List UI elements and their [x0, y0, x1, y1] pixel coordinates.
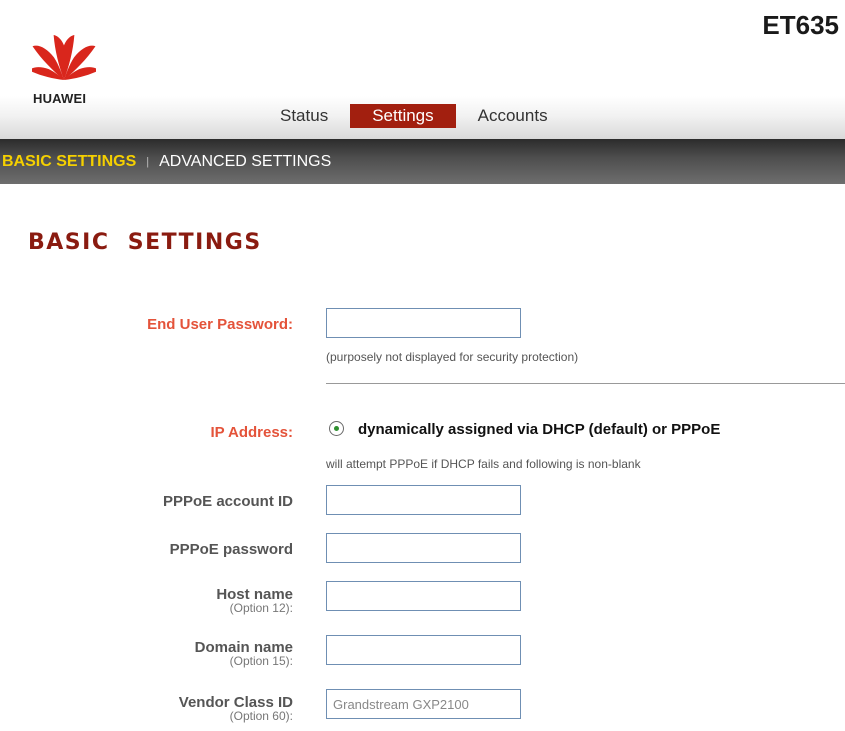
- pppoe-account-id-label: PPPoE account ID: [162, 493, 293, 510]
- vendor-class-id-field[interactable]: [326, 689, 521, 719]
- tab-status[interactable]: Status: [270, 104, 338, 128]
- domain-name-label: Domain name (Option 15):: [195, 639, 293, 667]
- end-user-password-label: End User Password:: [147, 316, 293, 333]
- pppoe-password-label: PPPoE password: [169, 541, 293, 558]
- host-name-option: (Option 12):: [229, 601, 293, 615]
- ip-address-label: IP Address:: [210, 424, 293, 441]
- pppoe-account-id-field[interactable]: [326, 485, 521, 515]
- ip-address-note: will attempt PPPoE if DHCP fails and fol…: [326, 457, 641, 471]
- vendor-class-id-option: (Option 60):: [229, 709, 293, 723]
- subnav-advanced-settings[interactable]: ADVANCED SETTINGS: [159, 153, 331, 171]
- page-title: BASIC SETTINGS: [28, 230, 262, 255]
- end-user-password-field[interactable]: [326, 308, 521, 338]
- section-divider: [326, 383, 845, 384]
- domain-name-option: (Option 15):: [229, 654, 293, 668]
- subnav-separator: |: [146, 155, 150, 168]
- vendor-class-id-label: Vendor Class ID (Option 60):: [179, 694, 293, 722]
- sub-nav: BASIC SETTINGS | ADVANCED SETTINGS: [0, 139, 845, 184]
- pppoe-password-field[interactable]: [326, 533, 521, 563]
- tab-settings[interactable]: Settings: [350, 104, 456, 128]
- tab-accounts[interactable]: Accounts: [468, 104, 558, 128]
- dhcp-radio[interactable]: [329, 421, 344, 436]
- header: ET635 HUAWEI Status Settings Accounts: [0, 0, 845, 139]
- host-name-label: Host name (Option 12):: [216, 586, 293, 614]
- brand-name: HUAWEI: [33, 91, 87, 106]
- huawei-logo-icon: [32, 35, 96, 80]
- host-name-field[interactable]: [326, 581, 521, 611]
- model-name: ET635: [762, 10, 839, 40]
- subnav-basic-settings[interactable]: BASIC SETTINGS: [2, 153, 136, 171]
- top-nav: Status Settings Accounts: [270, 104, 570, 128]
- dhcp-radio-label[interactable]: dynamically assigned via DHCP (default) …: [358, 421, 720, 438]
- password-note: (purposely not displayed for security pr…: [326, 350, 579, 364]
- domain-name-field[interactable]: [326, 635, 521, 665]
